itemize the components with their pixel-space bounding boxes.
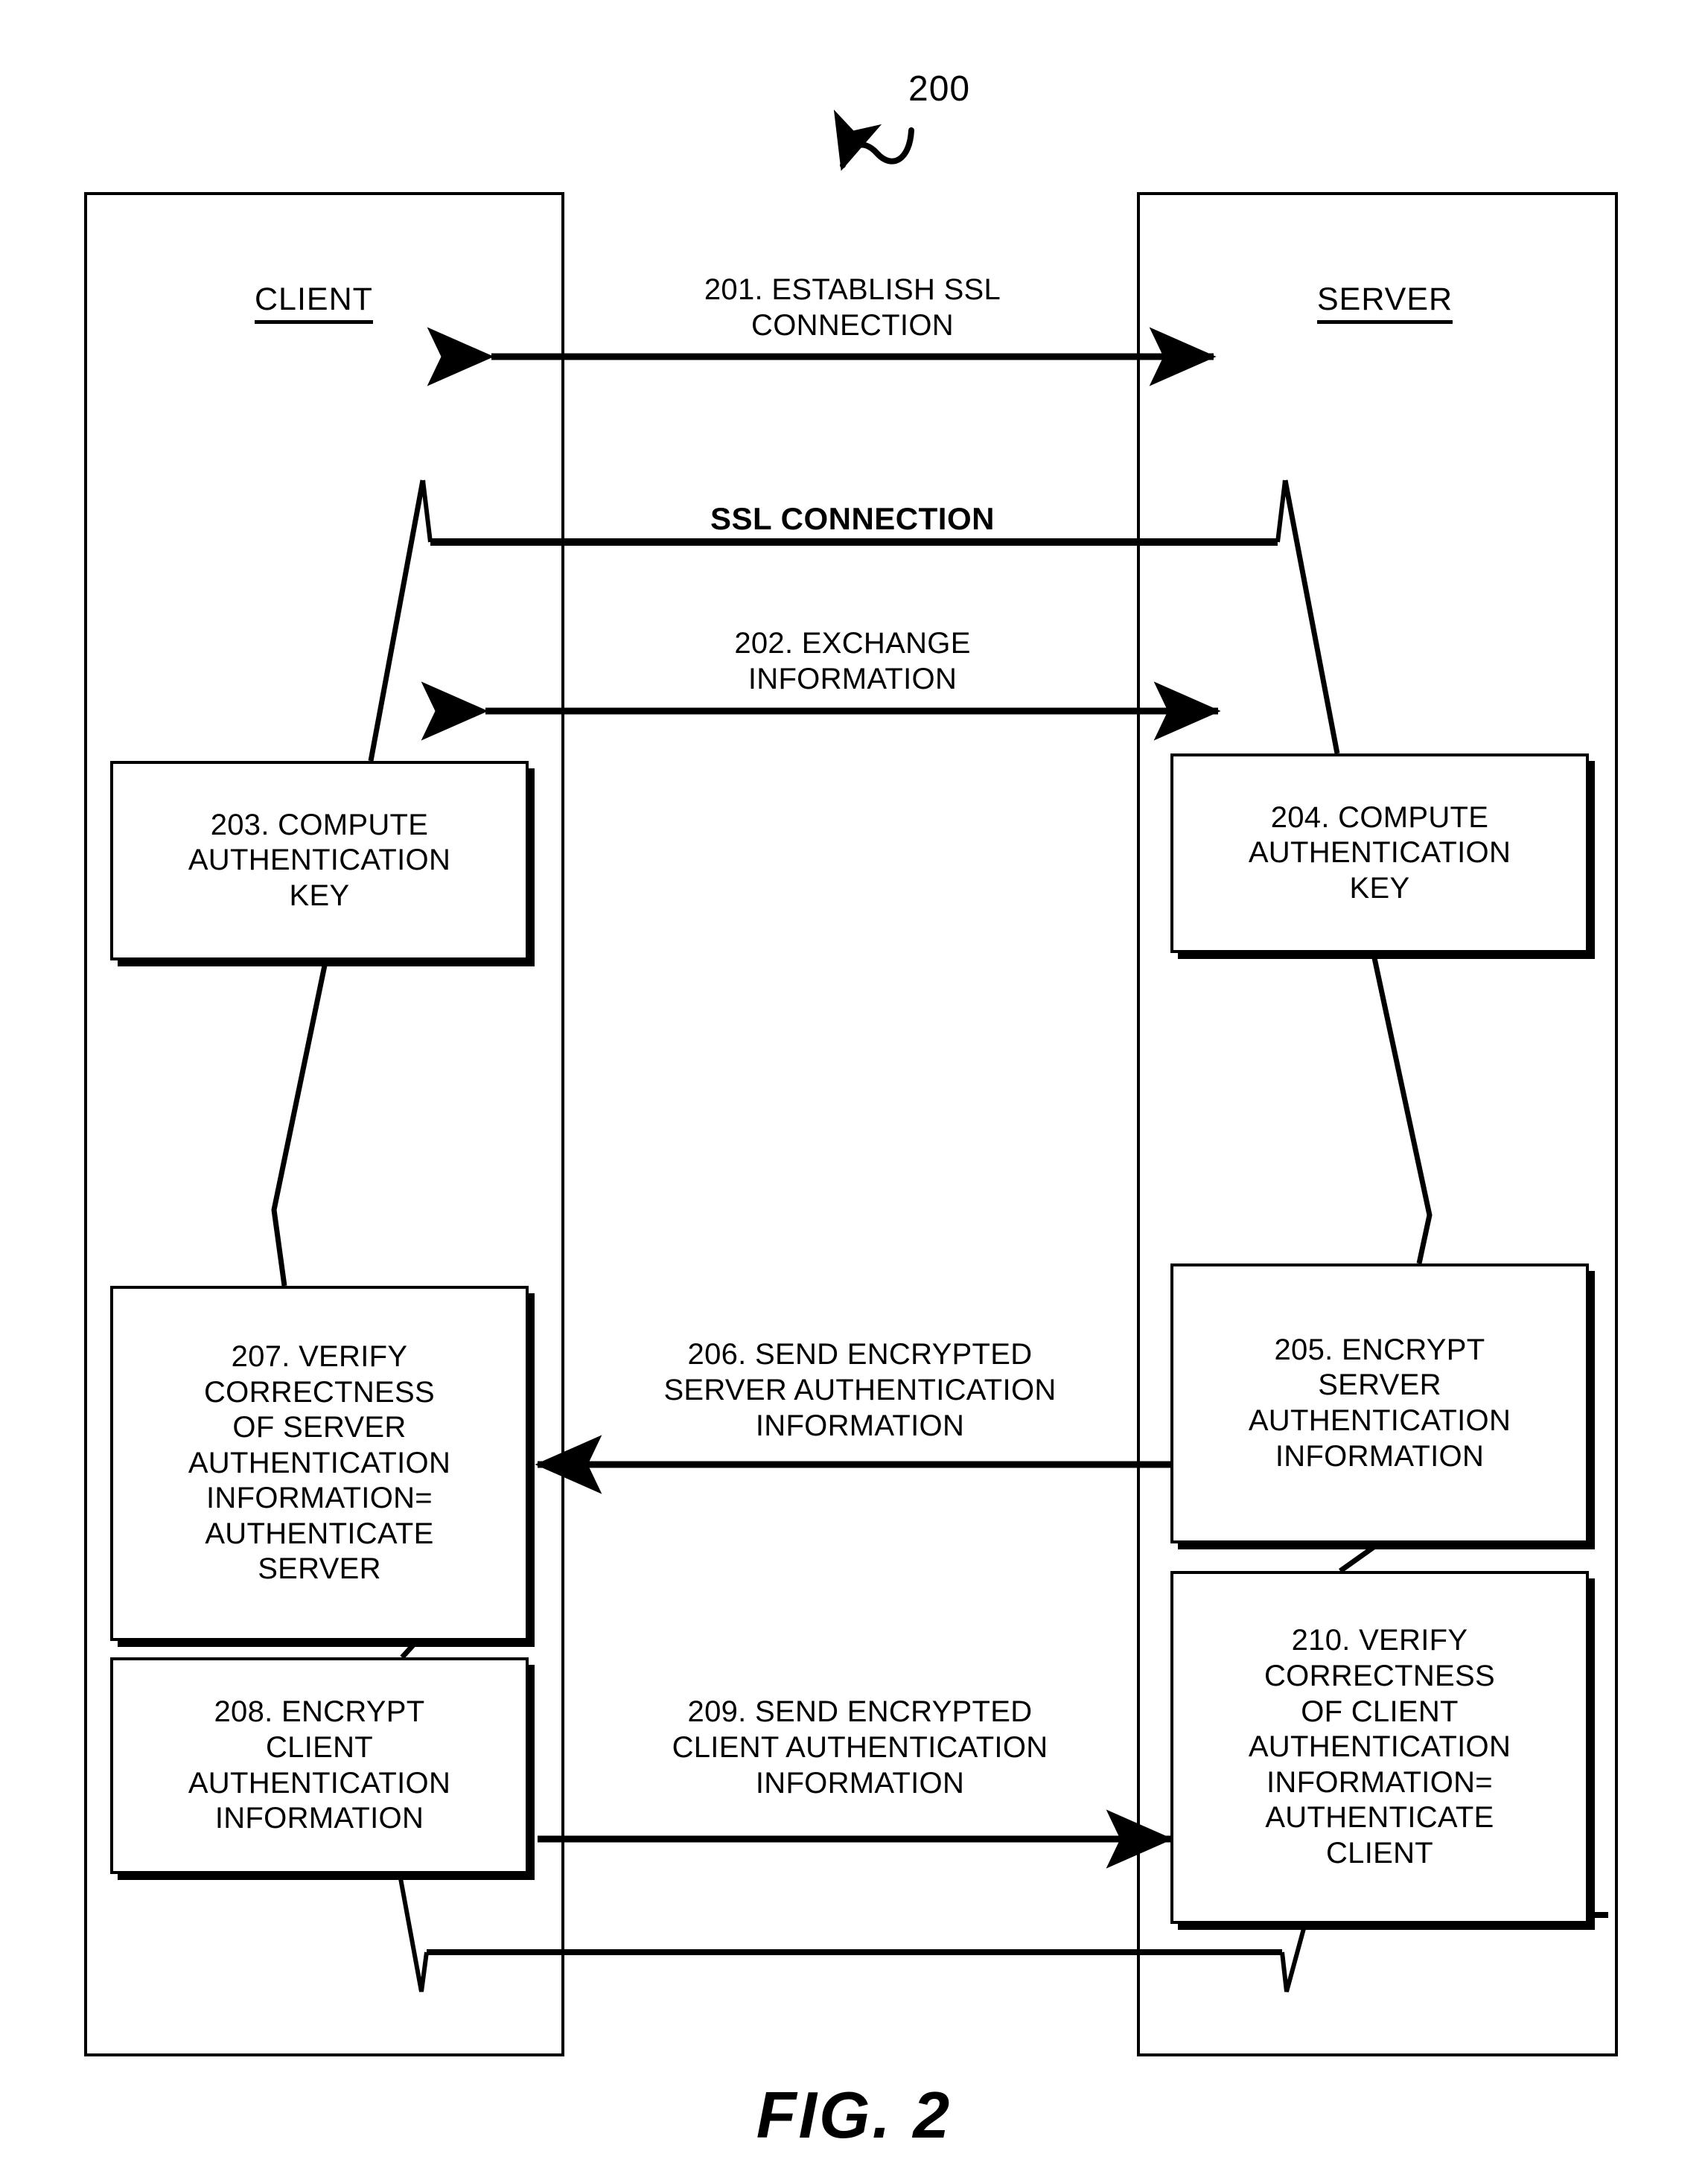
process-box-208: 208. ENCRYPT CLIENT AUTHENTICATION INFOR… bbox=[110, 1657, 529, 1874]
lane-title-client: CLIENT bbox=[255, 281, 373, 324]
message-label-201: 201. ESTABLISH SSL CONNECTION bbox=[704, 273, 1001, 342]
process-box-204-label: 204. COMPUTE AUTHENTICATION KEY bbox=[1248, 800, 1511, 905]
message-label-209: 209. SEND ENCRYPTED CLIENT AUTHENTICATIO… bbox=[672, 1695, 1048, 1800]
process-box-205: 205. ENCRYPT SERVER AUTHENTICATION INFOR… bbox=[1170, 1263, 1589, 1543]
message-label-ssl-connection: SSL CONNECTION bbox=[710, 501, 995, 536]
process-box-204: 204. COMPUTE AUTHENTICATION KEY bbox=[1170, 753, 1589, 953]
lane-title-server: SERVER bbox=[1317, 281, 1453, 324]
process-box-205-label: 205. ENCRYPT SERVER AUTHENTICATION INFOR… bbox=[1248, 1333, 1511, 1473]
process-box-210: 210. VERIFY CORRECTNESS OF CLIENT AUTHEN… bbox=[1170, 1571, 1589, 1924]
figure-caption: FIG. 2 bbox=[756, 2078, 952, 2152]
process-box-207-label: 207. VERIFY CORRECTNESS OF SERVER AUTHEN… bbox=[188, 1339, 451, 1586]
process-box-208-label: 208. ENCRYPT CLIENT AUTHENTICATION INFOR… bbox=[188, 1695, 451, 1835]
patent-figure-2: CLIENT SERVER 200 201. ESTABLISH SSL CON… bbox=[0, 0, 1708, 2183]
process-box-210-label: 210. VERIFY CORRECTNESS OF CLIENT AUTHEN… bbox=[1248, 1624, 1511, 1870]
reference-numeral-200: 200 bbox=[908, 69, 971, 109]
reference-numeral-leader-200 bbox=[833, 109, 914, 171]
process-box-203: 203. COMPUTE AUTHENTICATION KEY bbox=[110, 761, 529, 960]
process-box-207: 207. VERIFY CORRECTNESS OF SERVER AUTHEN… bbox=[110, 1286, 529, 1641]
message-label-202: 202. EXCHANGE INFORMATION bbox=[734, 627, 971, 695]
process-box-203-label: 203. COMPUTE AUTHENTICATION KEY bbox=[188, 808, 451, 912]
message-label-206: 206. SEND ENCRYPTED SERVER AUTHENTICATIO… bbox=[663, 1338, 1057, 1442]
